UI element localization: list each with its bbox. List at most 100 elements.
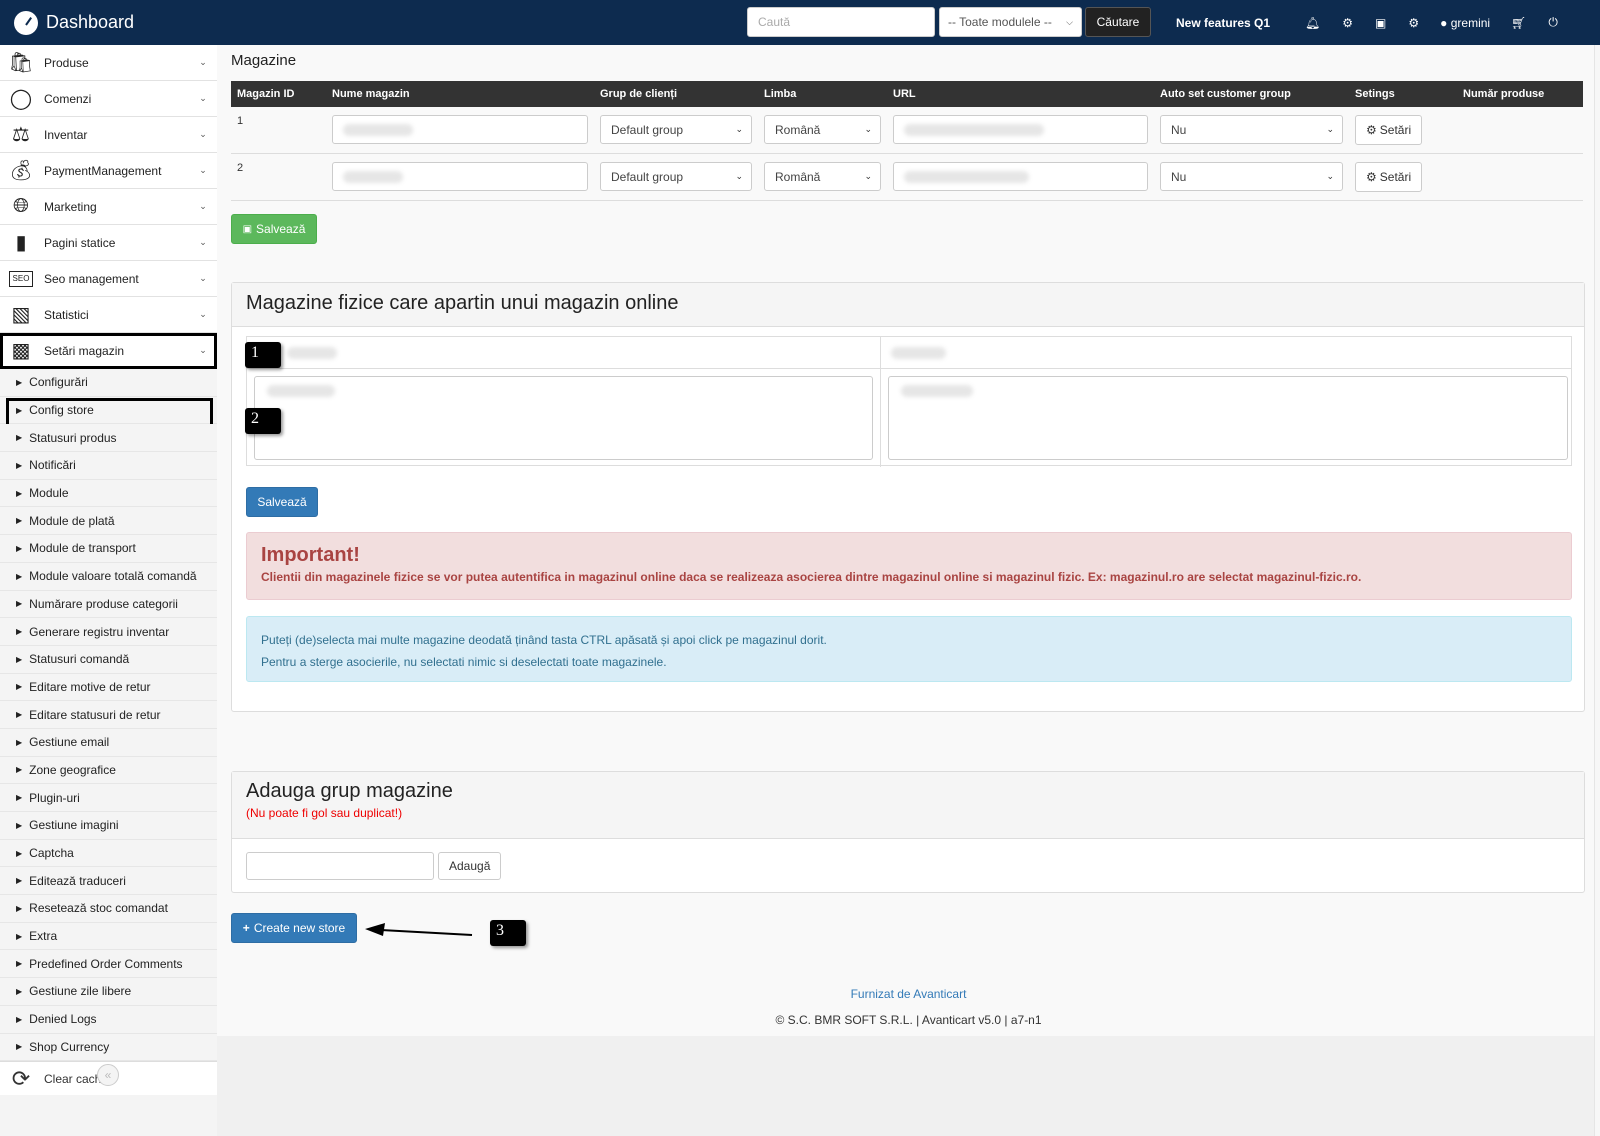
column-header: URL — [887, 81, 1154, 107]
search-button[interactable]: Căutare — [1085, 7, 1151, 37]
sidebar-subitem-label: Generare registru inventar — [29, 624, 170, 639]
annotation-marker: 1 — [245, 342, 281, 368]
panel-heading: Magazine fizice care apartin unui magazi… — [232, 283, 1584, 327]
search-input[interactable] — [747, 7, 935, 37]
sidebar-subitem[interactable]: ▶ Zone geografice — [0, 756, 217, 785]
cart-icon[interactable]: 🛒︎ — [1511, 16, 1526, 30]
annotation-arrow — [365, 923, 473, 936]
physical-store-listbox[interactable] — [254, 376, 873, 460]
caret-right-icon: ▶ — [16, 765, 23, 775]
sidebar-item-seo[interactable]: SEO Seo management ⌄ — [0, 261, 217, 297]
bell-icon[interactable]: 🔔︎ — [1305, 16, 1320, 30]
page-scrollbar[interactable] — [1594, 45, 1600, 1136]
power-icon[interactable]: ⏻ — [1548, 15, 1558, 30]
sidebar-subitem[interactable]: ▶ Shop Currency — [0, 1033, 217, 1062]
settings-button[interactable]: ⚙ Setări — [1355, 115, 1423, 145]
sidebar-subitem[interactable]: ▶ Configurări — [0, 369, 217, 397]
sidebar-item-inventar[interactable]: ⚖ Inventar ⌄ — [0, 117, 217, 153]
sidebar-subitem[interactable]: ▶ Statusuri produs — [0, 424, 217, 453]
save-stores-button[interactable]: ▣ Salvează — [231, 214, 317, 244]
chevron-down-icon: ⌄ — [864, 171, 872, 181]
brand[interactable]: Dashboard — [0, 10, 230, 35]
store-name-input[interactable] — [332, 162, 588, 191]
sidebar-item-label: Produse — [44, 55, 89, 70]
sidebar-subitem[interactable]: ▶ Editează traduceri — [0, 867, 217, 896]
medkit-icon[interactable]: ▣ — [1375, 16, 1386, 30]
sidebar-subitem[interactable]: ▶ Gestiune email — [0, 728, 217, 757]
auto-group-select[interactable]: Nu ⌄ — [1160, 162, 1343, 191]
create-store-label: Create new store — [253, 921, 346, 935]
caret-right-icon: ▶ — [16, 793, 23, 803]
sidebar-subitem[interactable]: ▶ Module valoare totală comandă — [0, 562, 217, 591]
sidebar-subitem[interactable]: ▶ Predefined Order Comments — [0, 950, 217, 979]
sidebar-subitem-label: Zone geografice — [29, 762, 116, 777]
language-select[interactable]: Română ⌄ — [764, 115, 881, 144]
url-input[interactable] — [893, 115, 1148, 144]
language-select[interactable]: Română ⌄ — [764, 162, 881, 191]
store-name-input[interactable] — [332, 115, 588, 144]
auto-group-select[interactable]: Nu ⌄ — [1160, 115, 1343, 144]
redacted-text — [287, 347, 337, 359]
sidebar-subitem[interactable]: ▶ Generare registru inventar — [0, 618, 217, 646]
sidebar-subitem[interactable]: ▶ Statusuri comandă — [0, 645, 217, 674]
settings-label: Setări — [1379, 170, 1412, 184]
new-features-link[interactable]: New features Q1 — [1176, 16, 1270, 30]
caret-right-icon: ▶ — [16, 377, 23, 387]
sidebar-subitem-label: Statusuri comandă — [29, 652, 130, 667]
physical-stores-table — [246, 336, 1572, 467]
module-select[interactable]: -- Toate modulele -- ⌵ — [939, 7, 1082, 37]
sidebar-item-label: Marketing — [44, 199, 97, 214]
create-new-store-button[interactable]: + Create new store — [231, 913, 357, 943]
sidebar-subitem[interactable]: ▶ Denied Logs — [0, 1005, 217, 1034]
bug-icon[interactable]: ⚙ — [1342, 16, 1353, 30]
chevron-down-icon: ⌄ — [199, 165, 207, 175]
sidebar-subitem[interactable]: ▶ Module de plată — [0, 507, 217, 536]
store-group-panel: Adauga grup magazine (Nu poate fi gol sa… — [231, 771, 1585, 893]
column-header: Nume magazin — [326, 81, 594, 107]
sidebar-subitem[interactable]: ▶ Module de transport — [0, 535, 217, 563]
gear-icon: ⚙ — [1366, 123, 1377, 137]
gear-icon[interactable]: ⚙ — [1408, 16, 1419, 30]
sidebar-subitem[interactable]: ▶ Numărare produse categorii — [0, 590, 217, 619]
sidebar-item-comenzi[interactable]: ◯ Comenzi ⌄ — [0, 81, 217, 117]
footer-link[interactable]: Furnizat de Avanticart — [217, 987, 1600, 1001]
caret-right-icon: ▶ — [16, 627, 23, 637]
panel-heading: Adauga grup magazine (Nu poate fi gol sa… — [232, 772, 1584, 839]
collapse-sidebar-icon[interactable]: « — [97, 1064, 119, 1086]
physical-store-listbox[interactable] — [888, 376, 1568, 460]
sidebar-subitem[interactable]: ▶ Editare motive de retur — [0, 673, 217, 702]
sidebar-item-marketing[interactable]: 🌐︎ Marketing ⌄ — [0, 189, 217, 225]
caret-right-icon: ▶ — [16, 931, 23, 941]
sidebar: 🛍︎ Produse ⌄ ◯ Comenzi ⌄ ⚖ Inventar ⌄ 💰︎… — [0, 45, 217, 1136]
select-value: Română — [775, 122, 821, 137]
sidebar-subitem[interactable]: ▶ Notificări — [0, 452, 217, 480]
url-input[interactable] — [893, 162, 1148, 191]
sidebar-subitem[interactable]: ▶ Gestiune zile libere — [0, 978, 217, 1006]
sidebar-subitem-config-store[interactable]: ▶ Config store — [0, 396, 217, 434]
customer-group-select[interactable]: Default group ⌄ — [600, 115, 752, 144]
sidebar-subitem[interactable]: ▶ Plugin-uri — [0, 784, 217, 812]
caret-right-icon: ▶ — [16, 1014, 23, 1024]
sidebar-item-pagini-statice[interactable]: ▮ Pagini statice ⌄ — [0, 225, 217, 261]
sidebar-subitem-label: Statusuri produs — [29, 430, 117, 445]
sidebar-item-produse[interactable]: 🛍︎ Produse ⌄ — [0, 45, 217, 81]
customer-group-select[interactable]: Default group ⌄ — [600, 162, 752, 191]
redacted-text — [904, 171, 1029, 183]
sidebar-subitem-label: Gestiune zile libere — [29, 984, 132, 999]
group-name-input[interactable] — [246, 852, 434, 880]
caret-right-icon: ▶ — [16, 543, 23, 553]
sidebar-subitem[interactable]: ▶ Editare statusuri de retur — [0, 701, 217, 729]
sidebar-subitem[interactable]: ▶ Module — [0, 479, 217, 508]
user-menu[interactable]: ● gremini — [1440, 16, 1490, 30]
sidebar-item-setari-magazin[interactable]: ▩ Setări magazin ⌄ — [0, 333, 217, 369]
sidebar-subitem[interactable]: ▶ Gestiune imagini — [0, 812, 217, 840]
sidebar-item-payment[interactable]: 💰︎ PaymentManagement ⌄ — [0, 153, 217, 189]
save-physical-button[interactable]: Salvează — [246, 487, 318, 517]
settings-button[interactable]: ⚙ Setări — [1355, 162, 1423, 192]
sidebar-subitem[interactable]: ▶ Resetează stoc comandat — [0, 895, 217, 923]
add-group-button[interactable]: Adaugă — [438, 852, 502, 880]
save-label: Salvează — [256, 222, 306, 236]
sidebar-item-statistici[interactable]: ▧ Statistici ⌄ — [0, 297, 217, 333]
sidebar-subitem[interactable]: ▶ Extra — [0, 922, 217, 951]
sidebar-subitem[interactable]: ▶ Captcha — [0, 839, 217, 868]
